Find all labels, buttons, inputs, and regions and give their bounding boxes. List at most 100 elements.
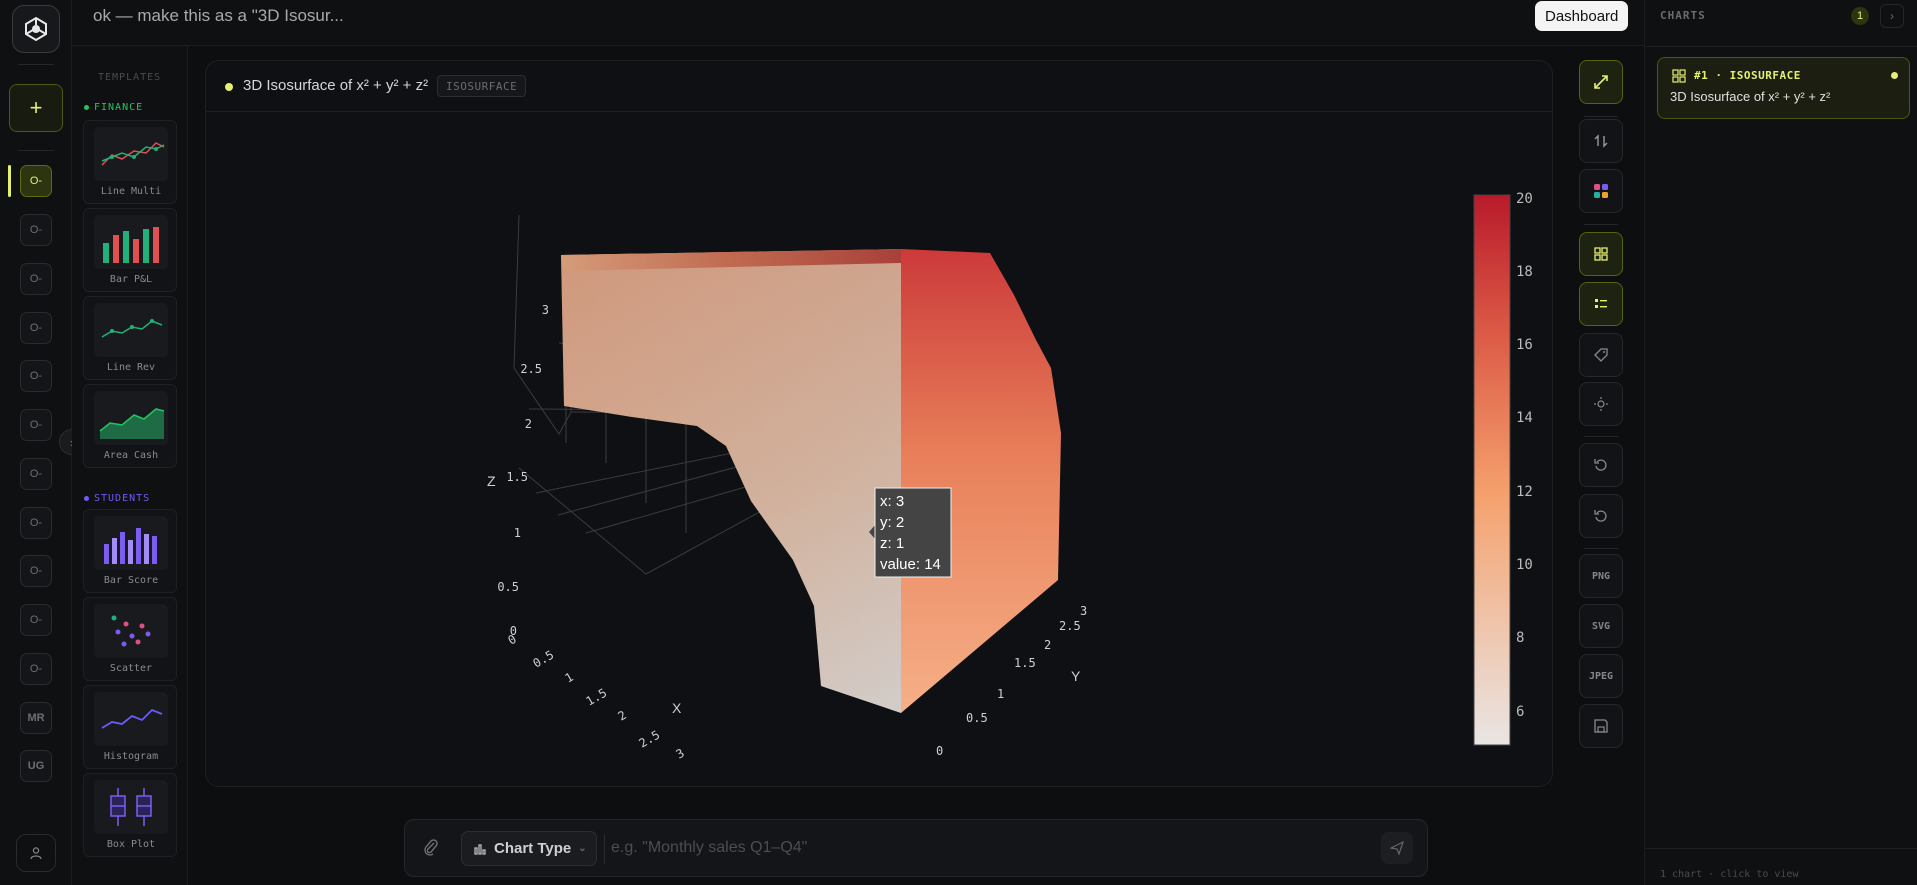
template-label: Scatter <box>109 663 153 674</box>
tag-icon[interactable] <box>1579 333 1623 377</box>
svg-text:1: 1 <box>514 526 521 540</box>
toolbar-divider <box>1584 224 1618 225</box>
toolbar-divider <box>1584 436 1618 437</box>
rail-item-6[interactable]: O- <box>20 409 52 441</box>
svg-text:18: 18 <box>1516 264 1533 280</box>
theme-sun-icon[interactable] <box>1579 382 1623 426</box>
chart-type-badge: ISOSURFACE <box>437 75 527 97</box>
legend-list-icon[interactable] <box>1579 282 1623 326</box>
color-palette-icon[interactable] <box>1579 169 1623 213</box>
svg-text:y: 2: y: 2 <box>880 514 904 531</box>
template-label: Bar Score <box>103 575 159 586</box>
reset-icon[interactable] <box>1579 494 1623 538</box>
charts-footer: 1 chart · click to view <box>1660 869 1799 880</box>
swap-axes-icon[interactable] <box>1579 119 1623 163</box>
dashboard-button[interactable]: Dashboard <box>1535 1 1629 31</box>
svg-text:3: 3 <box>674 746 687 762</box>
isosurface-mesh <box>561 249 1061 713</box>
right-toolbar: PNG SVG JPEG <box>1572 46 1644 885</box>
box-plot-thumbnail <box>94 780 168 834</box>
svg-text:z: 1: z: 1 <box>880 535 904 552</box>
svg-text:x: 3: x: 3 <box>880 493 904 510</box>
svg-text:1.5: 1.5 <box>584 686 610 709</box>
area-cash-thumbnail <box>94 391 168 445</box>
grid-layout-icon[interactable] <box>1579 232 1623 276</box>
rail-item-mr[interactable]: MR <box>20 702 52 734</box>
charts-count-badge: 1 <box>1851 7 1869 25</box>
rail-item-9[interactable]: O- <box>20 555 52 587</box>
top-bar: ok — make this as a "3D Isosur... Dashbo… <box>72 0 1644 46</box>
rail-item-3[interactable]: O- <box>20 263 52 295</box>
template-line-multi[interactable]: Line Multi <box>83 120 177 204</box>
template-group-students: STUDENTS <box>84 493 150 504</box>
template-bar-pl[interactable]: Bar P&L <box>83 208 177 292</box>
bar-score-thumbnail <box>94 516 168 570</box>
rail-item-5[interactable]: O- <box>20 360 52 392</box>
export-png-button[interactable]: PNG <box>1579 554 1623 598</box>
chart-list-item[interactable]: #1 · ISOSURFACE 3D Isosurface of x² + y²… <box>1657 57 1910 119</box>
template-scatter[interactable]: Scatter <box>83 597 177 681</box>
rail-item-11[interactable]: O- <box>20 653 52 685</box>
chart-title: 3D Isosurface of x² + y² + z² <box>243 77 429 94</box>
rail-item-2[interactable]: O- <box>20 214 52 246</box>
attach-paperclip-icon[interactable] <box>423 838 439 861</box>
template-line-rev[interactable]: Line Rev <box>83 296 177 380</box>
svg-text:2.5: 2.5 <box>520 362 542 376</box>
template-area-cash[interactable]: Area Cash <box>83 384 177 468</box>
undo-icon[interactable] <box>1579 443 1623 487</box>
rail-item-7[interactable]: O- <box>20 458 52 490</box>
rail-item-8[interactable]: O- <box>20 507 52 539</box>
scatter-thumbnail <box>94 604 168 658</box>
svg-text:0: 0 <box>936 744 943 758</box>
templates-heading: TEMPLATES <box>98 72 162 83</box>
chart-header: 3D Isosurface of x² + y² + z² ISOSURFACE <box>206 61 1552 112</box>
y-axis-label: Y <box>1071 668 1081 684</box>
bar-pl-thumbnail <box>94 215 168 269</box>
active-dot <box>1891 72 1898 79</box>
svg-text:2: 2 <box>525 417 532 431</box>
chart-type-dropdown[interactable]: Chart Type ⌄ <box>461 831 597 866</box>
svg-text:0.5: 0.5 <box>966 711 988 725</box>
user-icon[interactable] <box>16 834 56 872</box>
panel-divider <box>1645 46 1917 47</box>
svg-text:2.5: 2.5 <box>1059 619 1081 633</box>
template-box-plot[interactable]: Box Plot <box>83 773 177 857</box>
x-axis-label: X <box>672 700 682 716</box>
fullscreen-icon[interactable] <box>1579 60 1623 104</box>
send-icon[interactable] <box>1381 832 1413 864</box>
grid-icon <box>1672 69 1686 83</box>
toolbar-divider <box>1584 116 1618 117</box>
template-group-finance: FINANCE <box>84 102 143 113</box>
rail-divider <box>18 64 54 65</box>
rail-item-ug[interactable]: UG <box>20 750 52 782</box>
svg-text:20: 20 <box>1516 191 1533 207</box>
chart-item-tag: #1 · ISOSURFACE <box>1694 69 1801 82</box>
charts-panel: CHARTS 1 › #1 · ISOSURFACE 3D Isosurface… <box>1644 0 1917 885</box>
svg-text:12: 12 <box>1516 484 1533 500</box>
svg-text:2: 2 <box>1044 638 1051 652</box>
export-jpeg-button[interactable]: JPEG <box>1579 654 1623 698</box>
chart-card: 3D Isosurface of x² + y² + z² ISOSURFACE <box>205 60 1553 787</box>
svg-text:1: 1 <box>997 687 1004 701</box>
prompt-input[interactable] <box>611 831 1371 865</box>
export-svg-button[interactable]: SVG <box>1579 604 1623 648</box>
svg-text:6: 6 <box>1516 704 1524 720</box>
app-logo-icon[interactable] <box>12 5 60 53</box>
save-icon[interactable] <box>1579 704 1623 748</box>
rail-item-4[interactable]: O- <box>20 312 52 344</box>
isosurface-plot[interactable]: 3 2.5 2 1.5 1 0.5 0 Z 0 0.5 1 1.5 2 2.5 … <box>206 113 1552 786</box>
svg-text:0.5: 0.5 <box>531 648 557 671</box>
histogram-thumbnail <box>94 692 168 746</box>
rail-item-1[interactable]: O- <box>20 165 52 197</box>
template-label: Bar P&L <box>109 274 153 285</box>
input-divider <box>604 834 605 864</box>
bar-chart-icon <box>474 843 486 855</box>
rail-item-10[interactable]: O- <box>20 604 52 636</box>
template-histogram[interactable]: Histogram <box>83 685 177 769</box>
z-axis-ticks: 3 2.5 2 1.5 1 0.5 0 <box>497 303 549 638</box>
svg-text:1.5: 1.5 <box>506 470 528 484</box>
template-bar-score[interactable]: Bar Score <box>83 509 177 593</box>
collapse-chevron-icon[interactable]: › <box>1880 4 1904 28</box>
new-chart-button[interactable]: + <box>9 84 63 132</box>
svg-text:3: 3 <box>1080 604 1087 618</box>
